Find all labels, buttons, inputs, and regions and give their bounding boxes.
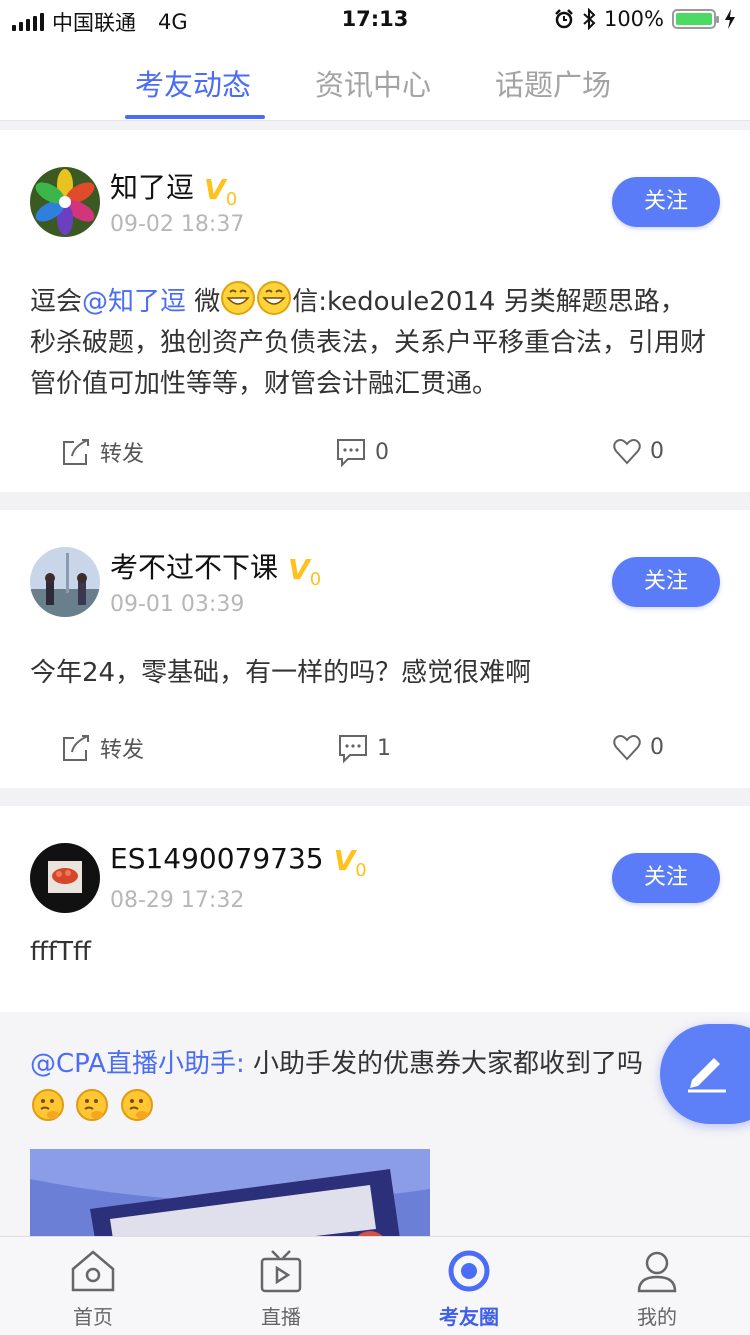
grin-emoji-icon (221, 281, 256, 315)
thinking-emoji-icon (120, 1089, 153, 1121)
username[interactable]: 考不过不下课 V0 (110, 546, 321, 590)
follow-button[interactable]: 关注 (612, 557, 720, 607)
pencil-icon (688, 1058, 726, 1093)
username-text: ES1490079735 (110, 842, 324, 875)
nav-home[interactable]: 首页 (43, 1247, 143, 1330)
v-badge-icon: V0 (204, 173, 238, 210)
mention-link[interactable]: @CPA直播小助手: (30, 1049, 245, 1079)
bluetooth-icon (583, 8, 596, 30)
username[interactable]: ES1490079735 V0 (110, 842, 367, 881)
alarm-icon (555, 9, 573, 29)
post-card: 知了逗 V0 09-02 18:37 关注 逗会@知了逗 微信:kedoule20… (0, 130, 750, 492)
repost-text: 小助手发的优惠券大家都收到了吗 (244, 1049, 643, 1079)
battery-icon (672, 9, 719, 29)
v-badge-icon: V0 (288, 553, 322, 590)
avatar[interactable] (30, 167, 100, 237)
tab-topic-square[interactable]: 话题广场 (495, 62, 611, 104)
user-level: 0 (309, 569, 322, 590)
top-tabs: 考友动态 资讯中心 话题广场 (0, 40, 750, 121)
comment-button[interactable]: 1 (337, 732, 391, 764)
battery-percent: 100% (603, 7, 664, 31)
like-button[interactable]: 0 (612, 732, 664, 762)
repost-label: 转发 (100, 442, 145, 467)
post-actions: 转发 0 0 (0, 436, 750, 476)
tv-icon (260, 1250, 302, 1293)
avatar[interactable] (30, 843, 100, 913)
user-icon (637, 1251, 677, 1293)
follow-button[interactable]: 关注 (612, 853, 720, 903)
comment-icon (339, 735, 367, 764)
heart-icon (613, 439, 641, 465)
follow-button[interactable]: 关注 (612, 177, 720, 227)
post-text: 今年24，零基础，有一样的吗？感觉很难啊 (30, 658, 532, 688)
mention-link[interactable]: @知了逗 (82, 287, 186, 317)
username-text: 知了逗 (110, 171, 195, 204)
user-level: 0 (225, 189, 238, 210)
post-text: fffTff (30, 937, 91, 967)
post-actions: 转发 1 0 (0, 732, 750, 772)
like-count: 0 (650, 438, 664, 464)
grin-emoji-icon (257, 281, 292, 315)
status-right: 100% (554, 7, 736, 31)
like-button[interactable]: 0 (612, 436, 664, 466)
comment-icon (337, 439, 365, 468)
heart-icon (613, 735, 641, 761)
thinking-emoji-icon (76, 1089, 109, 1121)
repost-content: @CPA直播小助手: 小助手发的优惠券大家都收到了吗 (30, 1042, 720, 1132)
active-tab-indicator (125, 115, 265, 119)
post-card: 考不过不下课 V0 09-01 03:39 关注 今年24，零基础，有一样的吗？感… (0, 510, 750, 788)
home-icon (71, 1250, 115, 1292)
share-icon (63, 439, 89, 465)
username[interactable]: 知了逗 V0 (110, 166, 237, 210)
nav-label: 直播 (261, 1305, 301, 1329)
bottom-nav: 首页 直播 考友圈 我的 (0, 1236, 750, 1335)
avatar[interactable] (30, 547, 100, 617)
like-count: 0 (650, 734, 664, 760)
tab-news-center[interactable]: 资讯中心 (315, 62, 431, 104)
post-text: 逗会 (30, 287, 83, 317)
compose-button[interactable] (660, 1024, 750, 1124)
nav-label: 首页 (73, 1305, 113, 1329)
feed-list: 知了逗 V0 09-02 18:37 关注 逗会@知了逗 微信:kedoule20… (0, 130, 750, 1304)
tab-friends-feed[interactable]: 考友动态 (135, 62, 251, 104)
comment-count: 1 (377, 735, 391, 761)
share-icon (63, 735, 89, 761)
charging-icon (725, 9, 735, 29)
nav-live[interactable]: 直播 (231, 1247, 331, 1330)
user-level: 0 (355, 860, 367, 881)
comment-count: 0 (375, 439, 389, 465)
post-time: 08-29 17:32 (110, 888, 245, 913)
status-bar: 中国联通 4G 17:13 100% (0, 0, 750, 40)
username-text: 考不过不下课 (110, 551, 279, 584)
nav-label: 我的 (637, 1305, 677, 1329)
thinking-emoji-icon (32, 1089, 64, 1121)
nav-circle[interactable]: 考友圈 (419, 1247, 519, 1330)
comment-button[interactable]: 0 (335, 436, 389, 468)
v-badge-icon: V0 (333, 844, 367, 881)
repost-button[interactable]: 转发 (60, 436, 144, 468)
post-content: 逗会@知了逗 微信:kedoule2014 另类解题思路，秒杀破题，独创资产负债… (30, 280, 710, 405)
post-text: 微 (186, 287, 221, 317)
repost-label: 转发 (100, 738, 145, 763)
post-card: ES1490079735 V0 08-29 17:32 关注 fffTff @CP… (0, 806, 750, 1286)
nav-label: 考友圈 (439, 1305, 499, 1329)
post-time: 09-02 18:37 (110, 212, 245, 237)
circle-icon (448, 1250, 490, 1292)
nav-me[interactable]: 我的 (607, 1247, 707, 1330)
post-time: 09-01 03:39 (110, 592, 245, 617)
repost-button[interactable]: 转发 (60, 732, 144, 764)
